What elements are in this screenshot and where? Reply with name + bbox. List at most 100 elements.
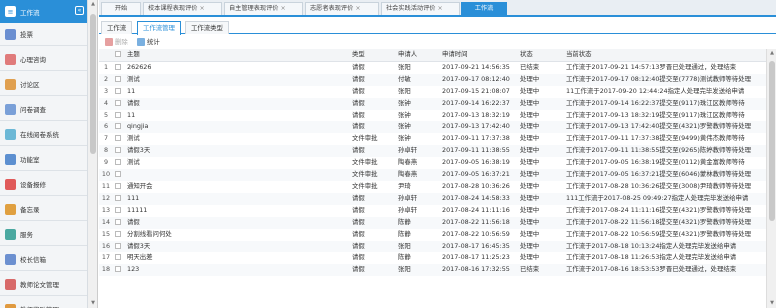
table-row[interactable]: 4 请假 请假 张钟 2017-09-14 16:22:37 处理中 工作流于2017-09… — [99, 97, 766, 110]
scrollbar-thumb[interactable] — [90, 14, 96, 154]
table-row[interactable]: 1 262626 请假 张阳 2017-09-21 14:56:35 已结束 工作流于201… — [99, 61, 766, 73]
row-checkbox-cell[interactable] — [113, 133, 125, 145]
stats-button[interactable]: 统计 — [137, 36, 160, 48]
top-tab[interactable]: 开始 — [101, 2, 141, 15]
sidebar-item[interactable]: 备忘录 — [0, 198, 87, 221]
table-row[interactable]: 11 通知开会 文件审批 尹琦 2017-08-28 10:36:26 处理中 工作流于20… — [99, 181, 766, 193]
row-checkbox[interactable] — [115, 171, 121, 178]
table-row[interactable]: 2 测试 请假 付敏 2017-09-17 08:12:40 处理中 工作流于2017-09… — [99, 73, 766, 86]
row-checkbox-cell[interactable] — [113, 216, 125, 229]
sidebar-item[interactable]: 心理咨询 — [0, 48, 87, 71]
row-checkbox[interactable] — [115, 266, 121, 273]
subject-cell[interactable]: 请假 — [125, 216, 350, 229]
subject-cell[interactable]: 11111 — [125, 205, 350, 217]
row-checkbox-cell[interactable] — [113, 110, 125, 122]
sidebar-item[interactable]: 设备报修 — [0, 173, 87, 196]
column-header[interactable]: 状态 — [518, 49, 564, 62]
row-checkbox-cell[interactable] — [113, 157, 125, 169]
sub-tab[interactable]: 工作流管理 — [137, 21, 181, 35]
subject-cell[interactable]: 测试 — [125, 133, 350, 145]
subject-cell[interactable]: 请假3天 — [125, 145, 350, 158]
table-row[interactable]: 9 测试 文件审批 陶春燕 2017-09-05 16:38:19 处理中 工作流于2017… — [99, 157, 766, 169]
column-header[interactable]: 类型 — [350, 49, 396, 62]
sub-tab[interactable]: 工作流 — [101, 21, 133, 34]
scroll-up-icon[interactable]: ▲ — [769, 50, 775, 56]
subject-cell[interactable]: 11 — [125, 86, 350, 98]
column-header[interactable]: 申请时间 — [440, 49, 518, 62]
row-checkbox[interactable] — [115, 75, 121, 82]
sidebar-item[interactable]: 服务 — [0, 223, 87, 246]
row-checkbox-cell[interactable] — [113, 86, 125, 98]
sidebar-scrollbar[interactable]: ▲ ▼ — [88, 0, 98, 308]
row-checkbox-cell[interactable] — [113, 169, 125, 181]
grid-scrollbar[interactable]: ▲ ▼ — [766, 49, 776, 308]
subject-cell[interactable]: 请假 — [125, 97, 350, 110]
row-checkbox-cell[interactable] — [113, 97, 125, 110]
subject-cell[interactable]: 请假3天 — [125, 240, 350, 253]
row-checkbox[interactable] — [115, 242, 121, 249]
table-row[interactable]: 5 11 请假 张钟 2017-09-13 18:32:19 处理中 工作流于2017-09… — [99, 110, 766, 122]
subject-cell[interactable]: 分割线看问何处 — [125, 229, 350, 241]
table-row[interactable]: 13 11111 请假 孙卓轩 2017-08-24 11:11:16 处理中 工作流于20… — [99, 205, 766, 217]
sub-tab[interactable]: 工作流类型 — [185, 21, 229, 34]
subject-cell[interactable]: 262626 — [125, 61, 350, 73]
row-checkbox[interactable] — [115, 99, 121, 106]
table-row[interactable]: 18 123 请假 张阳 2017-08-16 17:32:55 已结束 工作流于2017-… — [99, 264, 766, 277]
row-checkbox[interactable] — [115, 123, 121, 130]
row-checkbox[interactable] — [115, 206, 121, 213]
sidebar-item[interactable]: 问卷调查 — [0, 98, 87, 121]
subject-cell[interactable]: 111 — [125, 192, 350, 205]
row-checkbox[interactable] — [115, 218, 121, 225]
sidebar-item-workflow[interactable]: ≡ 工作流 « — [0, 0, 87, 23]
sidebar-item[interactable]: 校长信箱 — [0, 248, 87, 271]
scrollbar-thumb[interactable] — [769, 61, 775, 221]
scroll-down-icon[interactable]: ▼ — [769, 300, 775, 306]
row-checkbox[interactable] — [115, 254, 121, 261]
subject-cell[interactable] — [125, 169, 350, 181]
subject-cell[interactable]: 11 — [125, 110, 350, 122]
table-row[interactable]: 15 分割线看问何处 请假 陈静 2017-08-22 10:56:59 处理中 工作流于2… — [99, 229, 766, 241]
table-row[interactable]: 17 明天出差 请假 陈静 2017-08-17 11:25:23 处理中 工作流于2017… — [99, 252, 766, 264]
sidebar-item[interactable]: 功能室 — [0, 148, 87, 171]
table-row[interactable]: 10 文件审批 陶春燕 2017-09-05 16:37:21 处理中 工作流于2017-… — [99, 169, 766, 181]
close-tab-icon[interactable]: × — [438, 5, 443, 12]
row-checkbox[interactable] — [115, 87, 121, 94]
table-row[interactable]: 14 请假 请假 陈静 2017-08-22 11:56:18 处理中 工作流于2017-0… — [99, 216, 766, 229]
row-checkbox[interactable] — [115, 182, 121, 189]
row-checkbox-cell[interactable] — [113, 240, 125, 253]
row-checkbox[interactable] — [115, 135, 121, 142]
row-checkbox-cell[interactable] — [113, 192, 125, 205]
delete-button[interactable]: 删除 — [105, 36, 128, 48]
close-tab-icon[interactable]: × — [200, 5, 205, 12]
column-header[interactable]: 申请人 — [396, 49, 440, 62]
row-checkbox[interactable] — [115, 111, 121, 118]
top-tab[interactable]: 校本课程表现评价 × — [143, 2, 222, 15]
row-checkbox-cell[interactable] — [113, 181, 125, 193]
scroll-up-icon[interactable]: ▲ — [90, 1, 96, 7]
top-tab[interactable]: 自主管理表现评价 × — [224, 2, 303, 15]
table-row[interactable]: 3 11 请假 张阳 2017-09-15 21:08:07 处理中 11工作流于2017-… — [99, 86, 766, 98]
row-checkbox[interactable] — [115, 194, 121, 201]
close-tab-icon[interactable]: × — [355, 5, 360, 12]
row-checkbox[interactable] — [115, 230, 121, 237]
table-row[interactable]: 12 111 请假 孙卓轩 2017-08-24 14:58:33 处理中 111工作流于2… — [99, 192, 766, 205]
select-all-checkbox[interactable] — [115, 51, 121, 57]
subject-cell[interactable]: qingjia — [125, 121, 350, 134]
top-tab[interactable]: 社会实践活动评价 × — [381, 2, 460, 15]
row-checkbox-cell[interactable] — [113, 264, 125, 277]
subject-cell[interactable]: 123 — [125, 264, 350, 277]
sidebar-item[interactable]: 在线阅卷系统 — [0, 123, 87, 146]
sidebar-item[interactable]: 讨论区 — [0, 73, 87, 96]
close-tab-icon[interactable]: × — [281, 5, 286, 12]
table-row[interactable]: 6 qingjia 请假 张钟 2017-09-13 17:42:40 处理中 工作流于20… — [99, 121, 766, 134]
scroll-down-icon[interactable]: ▼ — [90, 300, 96, 306]
top-tab[interactable]: 志愿者表现评价 × — [305, 2, 379, 15]
subject-cell[interactable]: 测试 — [125, 73, 350, 86]
row-checkbox-cell[interactable] — [113, 205, 125, 217]
row-checkbox[interactable] — [115, 63, 121, 70]
row-checkbox-cell[interactable] — [113, 145, 125, 158]
table-row[interactable]: 16 请假3天 请假 张阳 2017-08-17 16:45:35 处理中 工作流于2017… — [99, 240, 766, 253]
row-checkbox[interactable] — [115, 147, 121, 154]
table-row[interactable]: 7 测试 文件审批 张钟 2017-09-11 17:37:38 处理中 工作流于2017-… — [99, 133, 766, 145]
row-checkbox-cell[interactable] — [113, 229, 125, 241]
